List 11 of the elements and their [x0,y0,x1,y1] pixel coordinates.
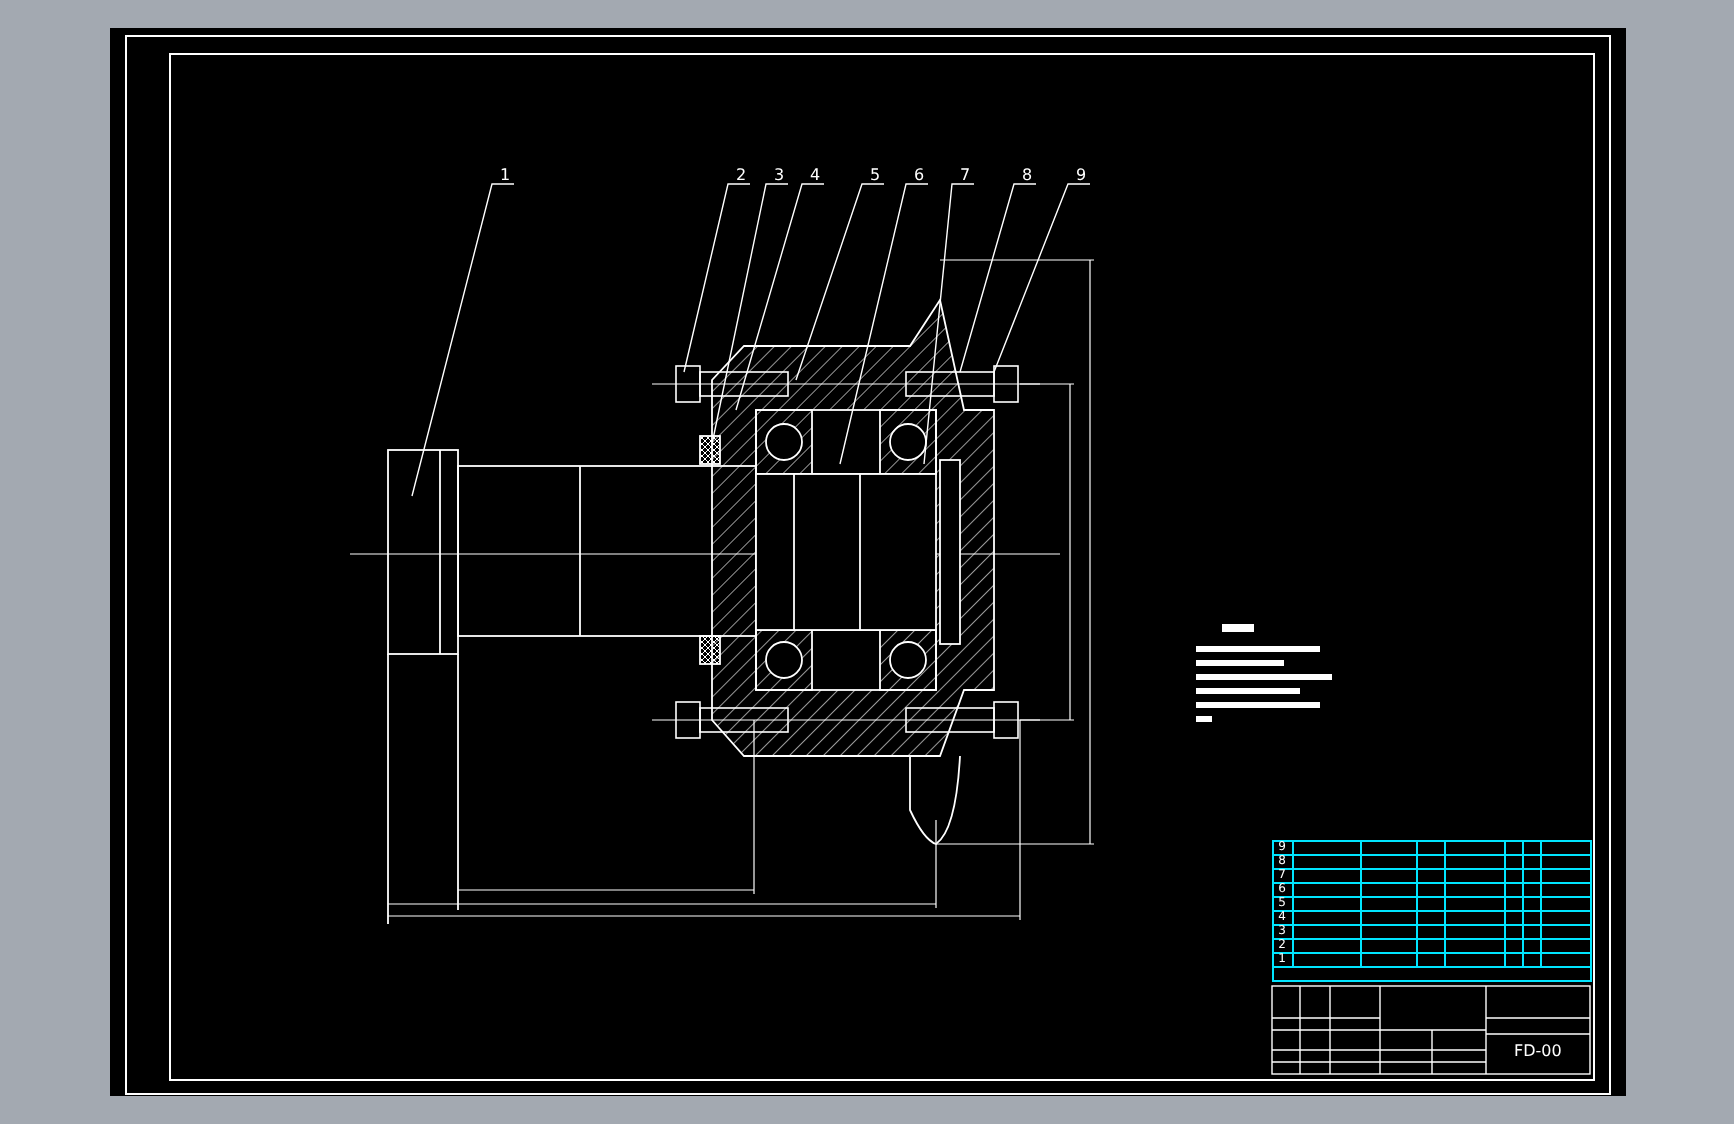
part-number: 4 [809,166,820,184]
text-scribble-drawing [1195,624,1331,722]
part-number: 9 [1075,166,1086,184]
part-number: 5 [869,166,880,184]
part-number: 1 [499,166,510,184]
drawing-number: FD-00 [1513,1042,1561,1060]
part-number: 8 [1021,166,1032,184]
part-number: 3 [773,166,784,184]
part-number: 2 [735,166,746,184]
part-number: 6 [913,166,924,184]
part-number: 7 [959,166,970,184]
